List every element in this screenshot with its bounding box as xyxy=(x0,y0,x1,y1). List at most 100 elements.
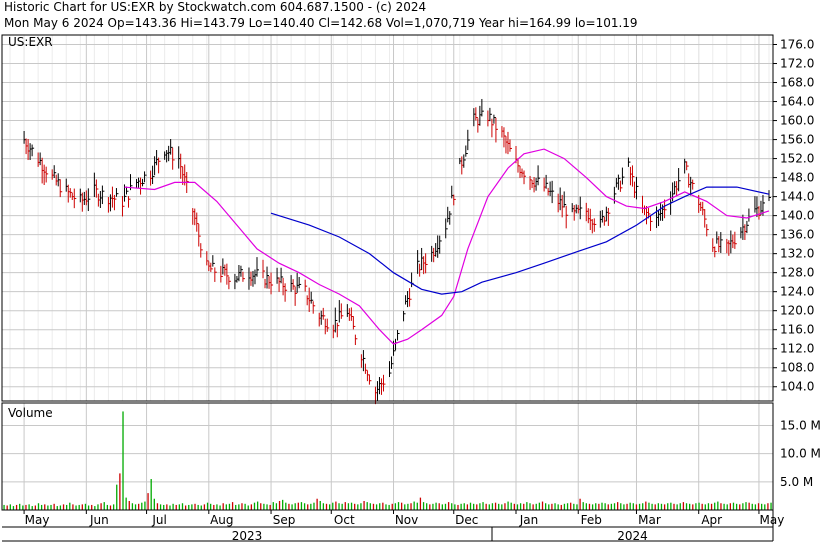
volume-bar xyxy=(560,504,562,510)
volume-bar xyxy=(523,503,525,510)
volume-bar xyxy=(538,502,541,510)
x-tick-label: Apr xyxy=(701,513,722,527)
volume-bar xyxy=(297,502,299,510)
volume-bar xyxy=(498,503,500,510)
volume-bar xyxy=(31,506,33,510)
volume-bar xyxy=(197,504,199,510)
volume-bar xyxy=(128,500,130,510)
volume-bar xyxy=(745,502,747,510)
volume-bar xyxy=(591,504,594,510)
volume-bar xyxy=(704,504,706,510)
volume-bar xyxy=(764,504,766,510)
volume-bar xyxy=(707,503,710,510)
volume-bar xyxy=(206,502,209,510)
volume-bar xyxy=(651,503,653,510)
volume-bar xyxy=(72,504,74,510)
volume-bar xyxy=(451,503,453,510)
volume-bar xyxy=(566,503,569,510)
volume-bar xyxy=(369,503,371,510)
volume-bar xyxy=(629,502,631,510)
volume-bar xyxy=(582,502,584,510)
volume-bar xyxy=(294,503,296,510)
price-tick-label: 176.0 xyxy=(780,38,814,52)
volume-bar xyxy=(216,504,218,510)
chart-header-line2: Mon May 6 2024 Op=143.36 Hi=143.79 Lo=14… xyxy=(4,16,638,30)
volume-bar xyxy=(375,504,378,510)
volume-bar xyxy=(125,497,127,510)
chart-header-line1: Historic Chart for US:EXR by Stockwatch.… xyxy=(4,0,426,14)
volume-bar xyxy=(147,493,149,510)
volume-bar xyxy=(472,503,475,510)
volume-bar xyxy=(382,502,384,510)
volume-bar xyxy=(714,502,716,510)
volume-bar xyxy=(231,502,234,510)
chart-background xyxy=(0,0,830,543)
volume-bar xyxy=(219,505,221,510)
x-tick-label: Jun xyxy=(89,513,109,527)
volume-bar xyxy=(328,504,331,510)
volume-bar xyxy=(172,503,174,510)
volume-bar xyxy=(81,504,83,510)
volume-bar xyxy=(307,504,309,510)
volume-bar xyxy=(748,502,750,510)
volume-bar xyxy=(166,504,168,510)
volume-bar xyxy=(357,504,359,510)
volume-bar xyxy=(394,503,397,510)
volume-bar xyxy=(648,502,650,510)
volume-bar xyxy=(513,503,515,510)
volume-bar xyxy=(723,503,725,510)
price-tick-label: 140.0 xyxy=(780,209,814,223)
volume-bar xyxy=(488,504,490,510)
volume-bar xyxy=(735,503,738,510)
volume-bar xyxy=(613,503,616,510)
volume-bar xyxy=(632,503,634,510)
volume-bar xyxy=(601,502,603,510)
volume-bar xyxy=(175,504,177,510)
volume-bar xyxy=(532,504,534,510)
volume-bar xyxy=(300,502,303,510)
x-tick-label: May xyxy=(760,513,785,527)
volume-bar xyxy=(422,502,425,510)
volume-bar xyxy=(501,504,503,510)
volume-bar xyxy=(354,503,356,510)
volume-bar xyxy=(50,504,52,510)
volume-panel-title: Volume xyxy=(8,406,53,420)
volume-bar xyxy=(729,503,732,510)
volume-bar xyxy=(460,503,462,510)
volume-bar xyxy=(332,502,334,510)
volume-bar xyxy=(645,501,647,510)
volume-bar xyxy=(97,504,99,510)
volume-bar xyxy=(178,504,181,510)
stock-chart: Historic Chart for US:EXR by Stockwatch.… xyxy=(0,0,830,543)
volume-bar xyxy=(150,479,152,510)
volume-bar xyxy=(144,501,146,510)
volume-bar xyxy=(519,503,522,510)
volume-bar xyxy=(169,505,171,510)
volume-bar xyxy=(191,504,193,510)
volume-bar xyxy=(15,504,18,510)
volume-bar xyxy=(551,503,553,510)
year-label: 2023 xyxy=(232,529,263,543)
x-tick-label: Jul xyxy=(151,513,166,527)
volume-bar xyxy=(751,503,753,510)
volume-bar xyxy=(159,504,162,510)
price-tick-label: 132.0 xyxy=(780,247,814,261)
volume-bar xyxy=(507,501,509,510)
volume-bar xyxy=(457,504,459,510)
x-tick-label: Oct xyxy=(334,513,355,527)
volume-bar xyxy=(310,503,312,510)
volume-bar xyxy=(134,504,137,510)
volume-bar xyxy=(673,503,675,510)
volume-bar xyxy=(663,504,666,510)
volume-bar xyxy=(585,503,587,510)
volume-bar xyxy=(222,503,224,510)
price-tick-label: 156.0 xyxy=(780,133,814,147)
volume-bar xyxy=(679,503,681,510)
volume-bar xyxy=(122,411,124,510)
volume-bar xyxy=(238,504,240,510)
volume-bar xyxy=(141,502,143,510)
volume-bar xyxy=(526,502,528,510)
x-tick-label: May xyxy=(25,513,50,527)
volume-bar xyxy=(303,503,306,510)
price-tick-label: 108.0 xyxy=(780,361,814,375)
